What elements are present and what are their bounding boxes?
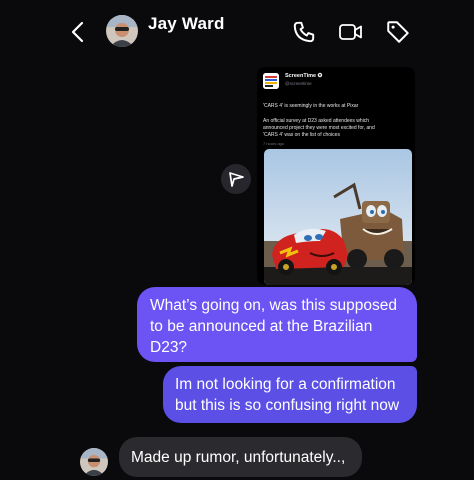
message-text-line: D23? [150,339,188,356]
cars-image-illustration [264,149,412,285]
contact-avatar[interactable] [106,15,138,47]
received-message-bubble[interactable]: Made up rumor, unfortunately.., [119,437,362,477]
forward-button[interactable] [221,164,251,194]
video-camera-icon[interactable] [338,19,364,45]
shared-post-text-line: 'CARS 4' was on the list of choices [263,132,340,138]
contact-name[interactable]: Jay Ward [148,14,225,34]
shared-post-card[interactable]: ScreenTime ✪ @screentime 'CARS 4' is see… [257,67,415,285]
message-text-line: but this is so confusing right now [175,397,400,414]
paper-plane-icon [229,172,244,187]
message-text-line: Made up rumor, unfortunately.., [131,449,346,466]
shared-post-text-line: 'CARS 4' is seemingly in the works at Pi… [263,103,359,109]
shared-post-account-name: ScreenTime ✪ [285,73,323,79]
tag-icon[interactable] [385,19,411,45]
phone-icon[interactable] [291,19,317,45]
sent-message-bubble[interactable]: Im not looking for a confirmation but th… [163,366,417,423]
shared-post-text-line: announced project they were most excited… [263,125,375,131]
sent-message-bubble[interactable]: What’s going on, was this supposed to be… [137,287,417,362]
message-text-line: Im not looking for a confirmation [175,376,396,393]
message-text-line: What’s going on, was this supposed [150,297,398,314]
shared-post-text-line: An official survey at D23 asked attendee… [263,118,370,124]
shared-post-header: ScreenTime ✪ @screentime [263,73,409,97]
chat-header: Jay Ward [0,0,474,64]
shared-post-avatar [263,73,279,89]
chevron-left-icon[interactable] [66,18,90,46]
shared-post-image[interactable] [264,149,412,285]
shared-post-handle: @screentime [285,81,312,86]
message-text-line: to be announced at the Brazilian [150,318,373,335]
shared-post-timestamp: 7 hours ago [263,141,285,146]
sender-avatar[interactable] [80,448,108,476]
